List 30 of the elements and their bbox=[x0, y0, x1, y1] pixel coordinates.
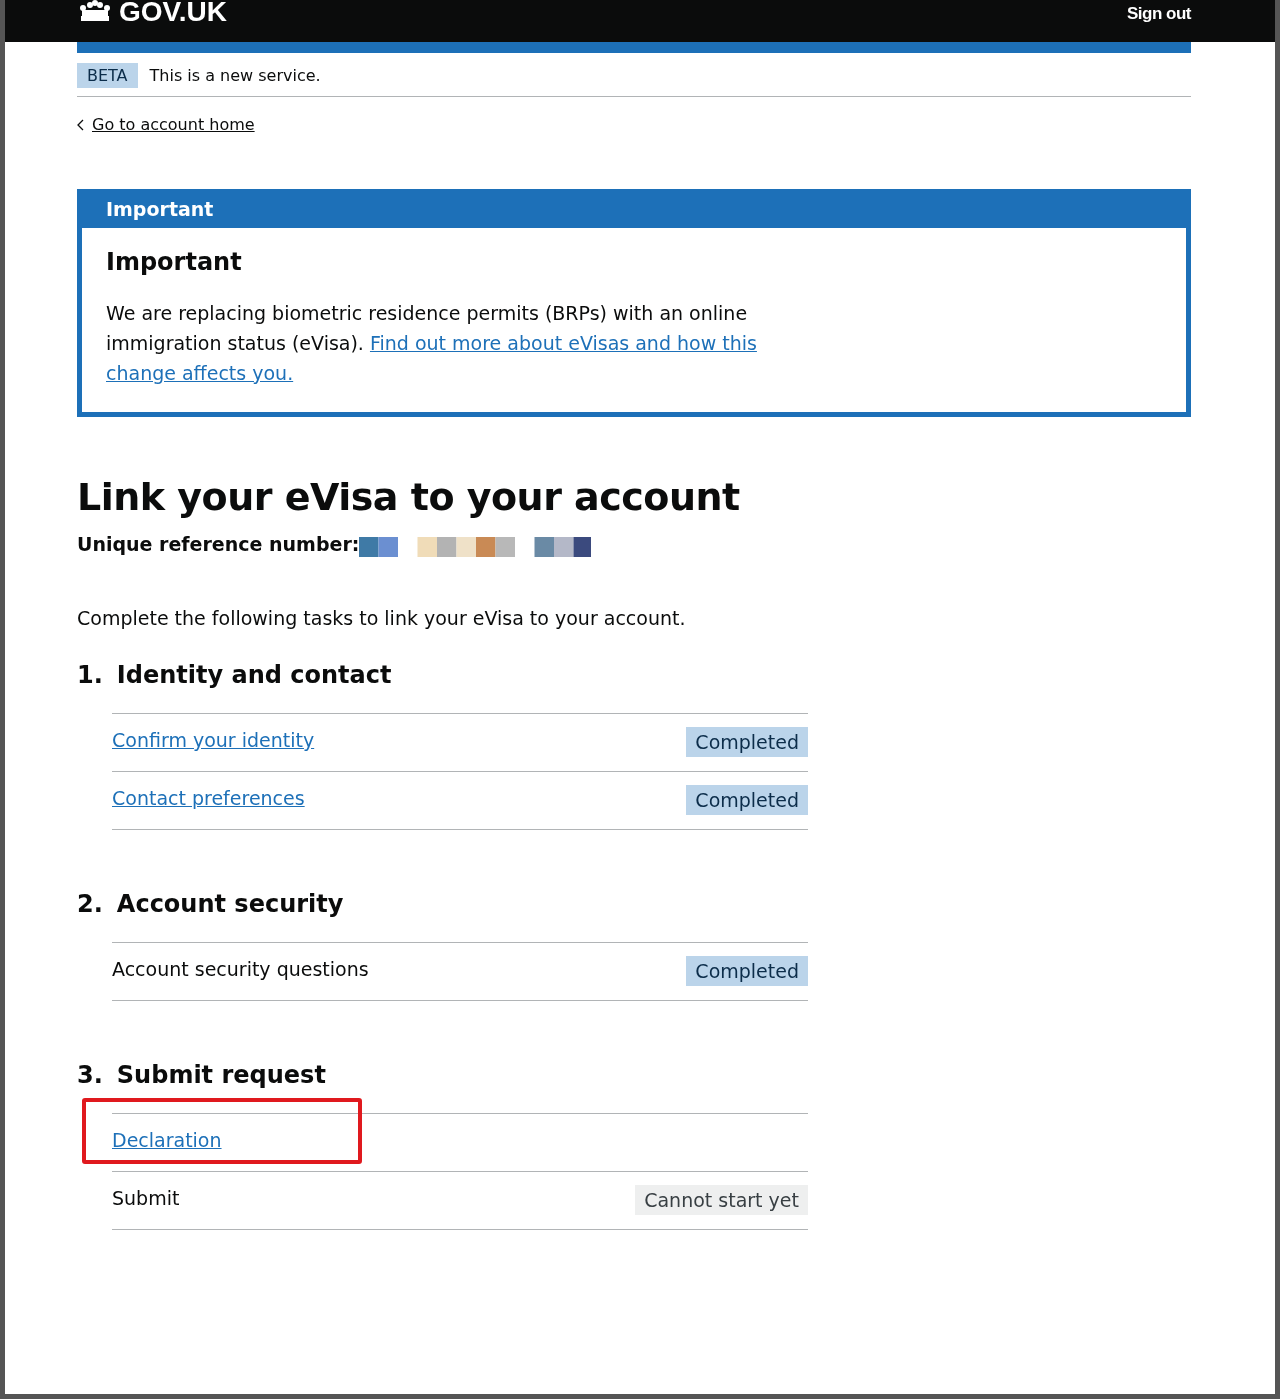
banner-heading: Important bbox=[106, 247, 243, 276]
status-tag: Completed bbox=[686, 785, 808, 815]
task-name: Submit bbox=[112, 1187, 180, 1209]
status-tag: Completed bbox=[686, 956, 808, 986]
section-heading: Identity and contact bbox=[116, 660, 392, 689]
logo[interactable]: GOV.UK bbox=[119, 0, 227, 28]
section-number: 3. bbox=[77, 1060, 103, 1089]
section-heading: Submit request bbox=[116, 1060, 326, 1089]
intro-text: Complete the following tasks to link your eVisa to your account. bbox=[77, 606, 687, 629]
section-number: 1. bbox=[77, 660, 103, 689]
evisa-info-link[interactable]: Find out more about eVisas and how this bbox=[369, 331, 757, 354]
banner-text: We are replacing biometric residence permits (BRPs) with an online immigration status (eVisa). Find out more about eVisas and how this change affects you. bbox=[106, 300, 758, 386]
page-title: Link your eVisa to your account bbox=[77, 474, 741, 519]
status-tag: Cannot start yet bbox=[635, 1185, 808, 1215]
crown-icon bbox=[77, 0, 113, 24]
sign-out-link[interactable]: Sign out bbox=[1127, 4, 1191, 24]
task-link[interactable]: Declaration bbox=[112, 1129, 222, 1151]
task-link[interactable]: Confirm your identity bbox=[112, 729, 315, 751]
section-heading: Account security bbox=[116, 889, 344, 918]
back-link[interactable]: Go to account home bbox=[92, 115, 255, 134]
task-name: Account security questions bbox=[112, 958, 369, 980]
phase-text: This is a new service. bbox=[149, 66, 321, 85]
reference-label: Unique reference number: bbox=[77, 532, 360, 555]
evisa-info-link[interactable]: change affects you. bbox=[106, 361, 294, 384]
phase-tag: BETA bbox=[77, 63, 138, 88]
task-link[interactable]: Contact preferences bbox=[112, 787, 305, 809]
chevron-left-icon bbox=[77, 118, 84, 131]
banner-title: Important bbox=[82, 193, 1186, 228]
status-tag: Completed bbox=[686, 727, 808, 757]
section-number: 2. bbox=[77, 889, 103, 918]
